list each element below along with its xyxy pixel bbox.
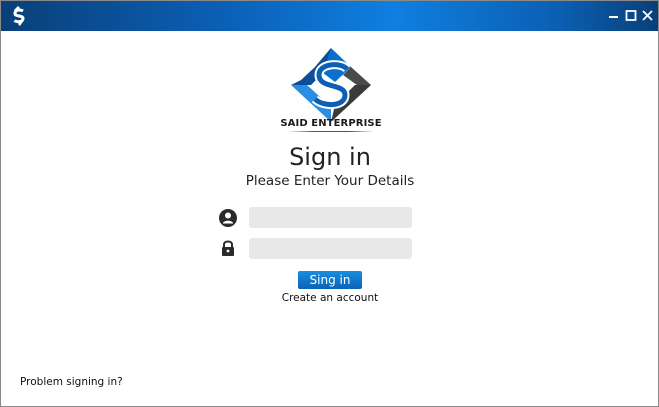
brand-name: SAID ENTERPRISE	[280, 118, 382, 129]
brand-underline	[287, 131, 375, 132]
page-subtitle: Please Enter Your Details	[245, 173, 415, 189]
lock-icon	[222, 240, 234, 256]
app-logo-icon	[13, 6, 25, 26]
username-field[interactable]	[249, 207, 412, 228]
app-window: SAID ENTERPRISE Sign in Please Enter You…	[0, 0, 659, 407]
problem-signing-in-link[interactable]: Problem signing in?	[20, 376, 170, 388]
page-title: Sign in	[289, 143, 371, 171]
close-icon[interactable]	[641, 7, 655, 23]
user-icon	[219, 209, 237, 227]
maximize-icon[interactable]	[624, 7, 638, 23]
minimize-icon[interactable]	[607, 7, 621, 23]
password-field[interactable]	[249, 238, 412, 259]
sign-in-button[interactable]: Sing in	[298, 271, 362, 289]
create-account-link[interactable]: Create an account	[270, 292, 390, 304]
title-bar[interactable]	[1, 1, 658, 31]
